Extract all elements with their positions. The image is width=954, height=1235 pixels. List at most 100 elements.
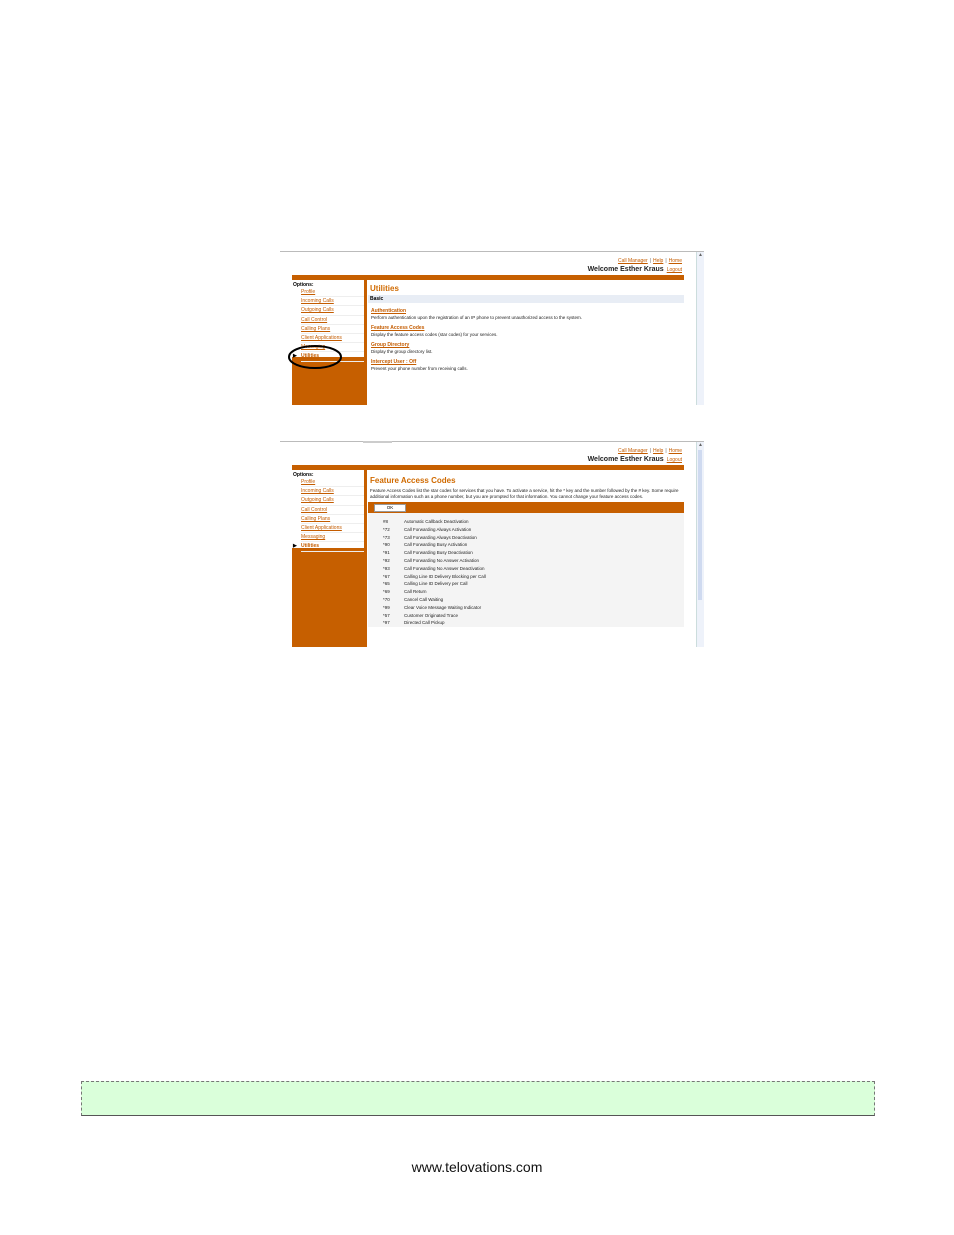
code-name: Automatic Callback Deactivation [404, 519, 469, 524]
sidebar-item-client-applications[interactable]: Client Applications [301, 334, 364, 344]
welcome-text: Welcome Esther Kraus Logout [587, 456, 682, 463]
intercept-user-link[interactable]: Intercept User : Off [371, 359, 684, 365]
code-value: *67 [383, 573, 390, 579]
section-basic: Basic [368, 295, 684, 303]
sidebar: Options: Profile Incoming Calls Outgoing… [288, 280, 367, 405]
code-value: *97 [383, 620, 390, 626]
help-link[interactable]: Help [653, 448, 663, 454]
help-link[interactable]: Help [653, 258, 663, 264]
sidebar-item-messaging[interactable]: Messaging [301, 533, 364, 543]
code-row: *72 Call Forwarding Always Activation [368, 526, 684, 534]
code-row: *70 Cancel Call Waiting [368, 596, 684, 604]
scroll-up-icon[interactable]: ▲ [698, 252, 703, 258]
home-link[interactable]: Home [669, 258, 682, 264]
window-edge [280, 251, 704, 252]
sidebar-item-incoming-calls[interactable]: Incoming Calls [301, 487, 364, 497]
feature-access-codes-link[interactable]: Feature Access Codes [371, 325, 684, 331]
fac-intro: Feature Access Codes list the star codes… [370, 488, 679, 499]
authentication-desc: Perform authentication upon the registra… [371, 315, 583, 320]
group-directory-desc: Display the group directory list. [371, 349, 433, 354]
code-name: Call Forwarding Busy Deactivation [404, 550, 473, 556]
sidebar-item-profile[interactable]: Profile [301, 288, 364, 298]
screenshot-feature-access-codes: Call Manager | Help | Home Welcome Esther Kr… [280, 441, 704, 647]
call-manager-link[interactable]: Call Manager [618, 448, 648, 454]
logout-link[interactable]: Logout [667, 457, 682, 463]
scrollbar[interactable]: ▲ [696, 252, 704, 405]
window-tab [363, 441, 392, 443]
code-name: Call Forwarding No Answer Activation [404, 557, 480, 563]
code-value: *90 [383, 542, 390, 548]
page-title: Utilities [370, 284, 399, 293]
options-panel: Options: Profile Incoming Calls Outgoing… [292, 470, 364, 552]
code-list: #8 Automatic Callback Deactivation *72 Call… [368, 513, 684, 628]
welcome-text: Welcome Esther Kraus Logout [587, 266, 682, 273]
code-row: *67 Calling Line ID Delivery Blocking per… [368, 573, 684, 581]
code-row: #8 Automatic Callback Deactivation [368, 518, 684, 526]
code-row: *93 Call Forwarding No Answer Deactivatio… [368, 565, 684, 573]
ok-button[interactable]: OK [374, 504, 406, 512]
code-name: Cancel Call Waiting [404, 596, 444, 602]
sidebar-item-call-control[interactable]: Call Control [301, 316, 364, 325]
sidebar-item-client-applications[interactable]: Client Applications [301, 524, 364, 534]
intercept-user-desc: Prevent your phone number from receiving… [371, 366, 468, 371]
authentication-link[interactable]: Authentication [371, 308, 684, 314]
sidebar-item-outgoing-calls[interactable]: Outgoing Calls [301, 306, 364, 316]
code-value: *99 [383, 604, 390, 610]
code-value: *65 [383, 581, 390, 587]
code-name: Call Forwarding No Answer Deactivation [404, 565, 485, 571]
utilities-main: Utilities Basic Authentication Perform a… [368, 280, 684, 405]
sidebar-item-outgoing-calls[interactable]: Outgoing Calls [301, 496, 364, 506]
code-name: Call Return [404, 589, 427, 595]
call-manager-link[interactable]: Call Manager [618, 258, 648, 264]
sidebar-item-call-control[interactable]: Call Control [301, 506, 364, 515]
code-value: *93 [383, 565, 390, 571]
code-value: *70 [383, 596, 390, 602]
code-row: *99 Clear Voice Message Waiting Indicator [368, 604, 684, 612]
code-name: Call Forwarding Always Deactivation [404, 534, 477, 540]
code-name: Call Forwarding Busy Activation [404, 542, 468, 548]
code-name: Customer Originated Trace [404, 612, 459, 618]
code-value: *57 [383, 612, 390, 618]
code-value: *72 [383, 526, 390, 532]
code-row: *91 Call Forwarding Busy Deactivation [368, 549, 684, 557]
code-row: *90 Call Forwarding Busy Activation [368, 541, 684, 549]
sidebar: Options: Profile Incoming Calls Outgoing… [292, 470, 367, 647]
sidebar-item-utilities[interactable]: Utilities [293, 542, 364, 552]
code-name: Calling Line ID Delivery per Call [404, 581, 468, 587]
highlight-circle [288, 345, 342, 369]
code-value: *73 [383, 534, 390, 540]
scroll-thumb[interactable] [698, 450, 702, 600]
home-link[interactable]: Home [669, 448, 682, 454]
code-value: *69 [383, 589, 390, 595]
group-directory-link[interactable]: Group Directory [371, 342, 684, 348]
website-footer[interactable]: www.telovations.com [0, 1159, 954, 1175]
code-row: *97 Directed Call Pickup [368, 619, 684, 627]
header-links: Call Manager | Help | Home [617, 258, 682, 264]
code-row: *92 Call Forwarding No Answer Activation [368, 557, 684, 565]
feature-access-codes-desc: Display the feature access codes (star c… [371, 332, 498, 337]
code-name: Clear Voice Message Waiting Indicator [404, 604, 482, 610]
code-row: *69 Call Return [368, 588, 684, 596]
code-name: Directed Call Pickup [404, 620, 445, 626]
sidebar-item-incoming-calls[interactable]: Incoming Calls [301, 297, 364, 307]
note-box [81, 1081, 875, 1116]
code-row: *65 Calling Line ID Delivery per Call [368, 580, 684, 588]
sidebar-item-profile[interactable]: Profile [301, 478, 364, 488]
fac-toolbar: OK [368, 502, 684, 513]
screenshot-utilities: Call Manager | Help | Home Welcome Esther Kr… [280, 251, 704, 405]
code-name: Call Forwarding Always Activation [404, 526, 472, 532]
code-name: Calling Line ID Delivery Blocking per Ca… [404, 573, 486, 579]
sidebar-item-calling-plans[interactable]: Calling Plans [301, 325, 364, 334]
logout-link[interactable]: Logout [667, 267, 682, 273]
sidebar-item-calling-plans[interactable]: Calling Plans [301, 515, 364, 524]
header-links: Call Manager | Help | Home [617, 448, 682, 454]
page-title: Feature Access Codes [370, 476, 456, 485]
code-row: *73 Call Forwarding Always Deactivation [368, 534, 684, 542]
window-edge [280, 441, 704, 442]
scrollbar[interactable]: ▲ [696, 442, 704, 647]
scroll-up-icon[interactable]: ▲ [698, 442, 703, 448]
code-value: #8 [383, 519, 389, 524]
code-value: *92 [383, 557, 390, 563]
code-value: *91 [383, 550, 390, 556]
code-row: *57 Customer Originated Trace [368, 612, 684, 620]
